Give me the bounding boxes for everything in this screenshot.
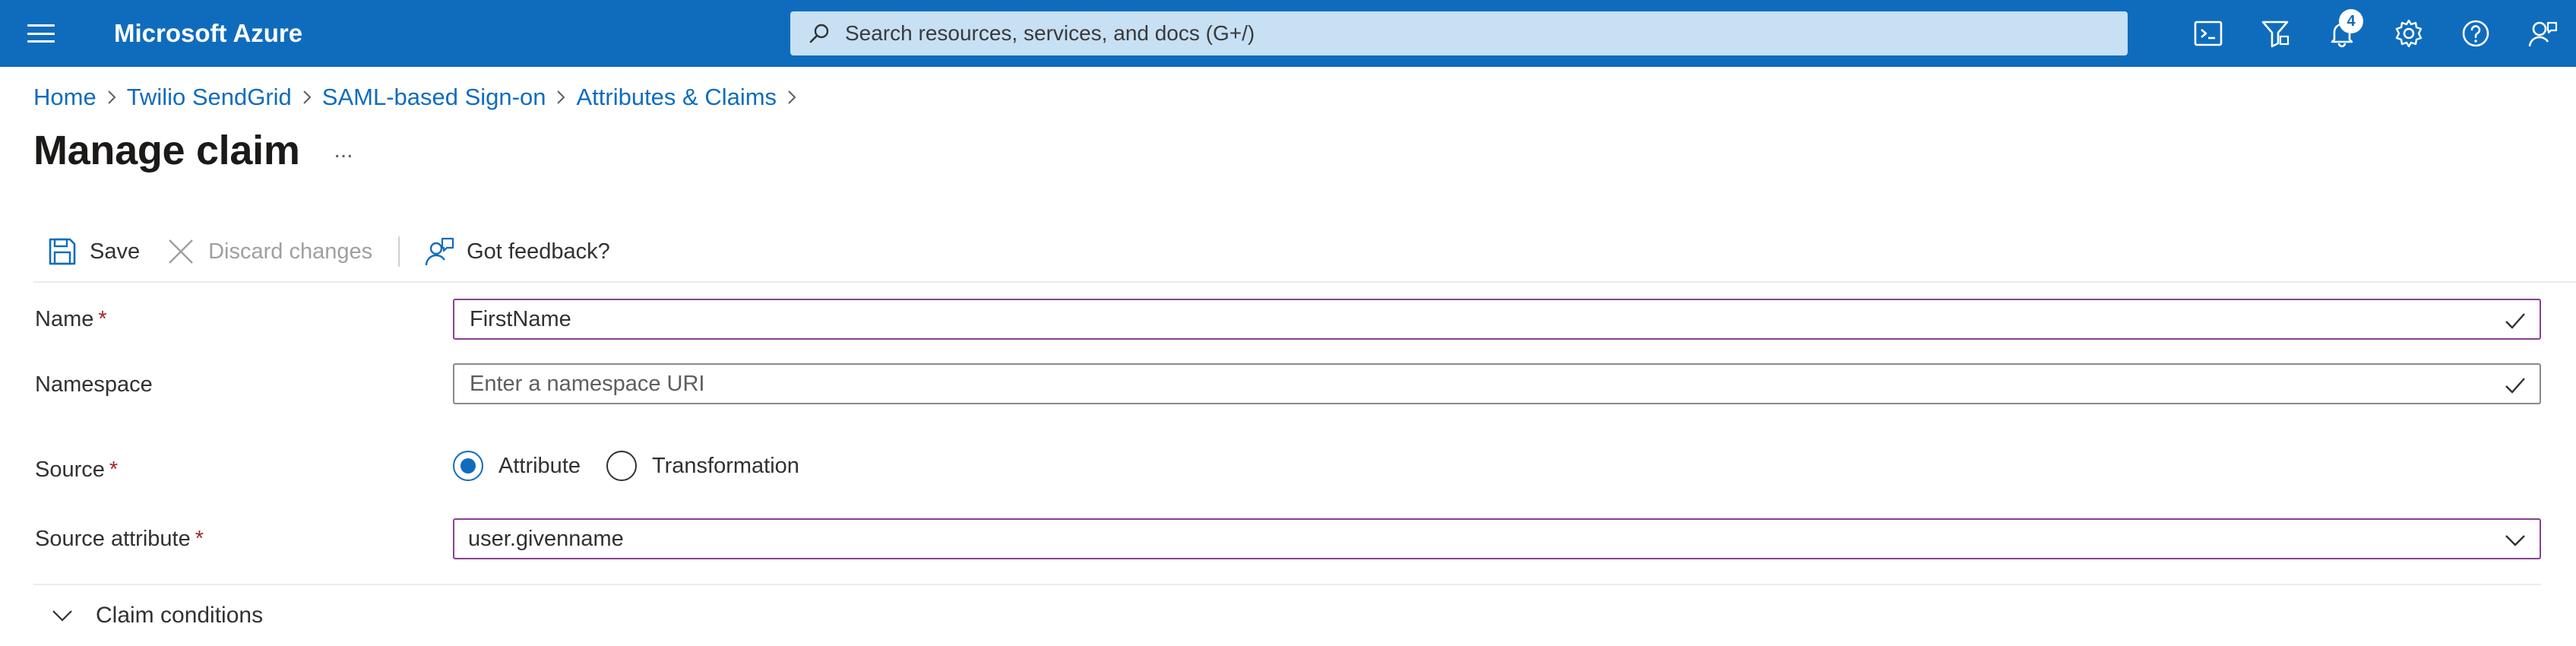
- discard-changes-label: Discard changes: [208, 239, 373, 264]
- source-option-attribute[interactable]: Attribute: [453, 451, 581, 481]
- radio-unselected-icon[interactable]: [606, 451, 637, 481]
- name-label-text: Name: [35, 307, 94, 331]
- required-marker: *: [98, 307, 107, 331]
- section-divider: [33, 584, 2541, 585]
- hamburger-menu-icon[interactable]: [27, 21, 55, 46]
- claim-conditions-toggle[interactable]: Claim conditions: [46, 599, 263, 632]
- chevron-right-icon: [292, 81, 322, 114]
- gear-icon[interactable]: [2375, 0, 2442, 67]
- required-marker: *: [195, 527, 204, 551]
- chevron-right-icon: [546, 81, 576, 114]
- close-icon: [164, 235, 198, 268]
- source-attribute-label: Source attribute *: [35, 524, 204, 554]
- save-icon: [46, 235, 79, 268]
- chevron-right-icon: [97, 81, 127, 114]
- source-label: Source *: [35, 454, 118, 485]
- source-option-transformation[interactable]: Transformation: [606, 451, 799, 481]
- global-search[interactable]: [790, 11, 2128, 55]
- toolbar-divider: [398, 236, 400, 267]
- breadcrumb: Home Twilio SendGrid SAML-based Sign-on …: [33, 81, 807, 114]
- namespace-field[interactable]: [453, 363, 2541, 404]
- name-label: Name *: [35, 304, 107, 334]
- source-attribute-value: user.givenname: [468, 526, 624, 551]
- source-attribute-dropdown[interactable]: user.givenname: [453, 518, 2541, 559]
- chevron-down-icon: [46, 599, 79, 632]
- command-bar: Save Discard changes Got feedback?: [33, 228, 610, 275]
- breadcrumb-twilio-sendgrid[interactable]: Twilio SendGrid: [127, 81, 292, 114]
- breadcrumb-saml-sign-on[interactable]: SAML-based Sign-on: [322, 81, 546, 114]
- more-options-button[interactable]: ...: [322, 134, 365, 167]
- cloud-shell-icon[interactable]: [2175, 0, 2242, 67]
- source-attribute-label-text: Source attribute: [35, 527, 191, 551]
- directory-filter-icon[interactable]: [2242, 0, 2309, 67]
- source-label-text: Source: [35, 458, 105, 482]
- toolbar-divider-line: [33, 281, 2576, 283]
- namespace-label: Namespace: [35, 372, 153, 397]
- search-icon: [805, 20, 833, 47]
- feedback-person-icon: [422, 235, 456, 268]
- claim-conditions-label: Claim conditions: [96, 603, 264, 628]
- source-radio-group: Attribute Transformation: [453, 448, 799, 483]
- checkmark-icon: [2502, 372, 2529, 399]
- feedback-person-icon[interactable]: [2509, 0, 2576, 67]
- required-marker: *: [109, 458, 119, 482]
- bell-icon[interactable]: 4: [2309, 0, 2375, 67]
- radio-selected-icon[interactable]: [453, 451, 483, 481]
- top-bar-actions: 4: [2175, 0, 2576, 67]
- source-option-transformation-label: Transformation: [652, 453, 799, 478]
- save-label: Save: [90, 239, 141, 264]
- help-icon[interactable]: [2442, 0, 2509, 67]
- got-feedback-label: Got feedback?: [467, 239, 610, 264]
- notification-count-badge: 4: [2339, 9, 2363, 33]
- breadcrumb-attributes-claims[interactable]: Attributes & Claims: [576, 81, 777, 114]
- save-button[interactable]: Save: [46, 228, 140, 275]
- chevron-down-icon: [2502, 527, 2529, 554]
- top-bar: Microsoft Azure Search resources, servic…: [0, 0, 2576, 67]
- checkmark-icon: [2502, 307, 2529, 334]
- discard-changes-button[interactable]: Discard changes: [164, 228, 372, 275]
- breadcrumb-home[interactable]: Home: [33, 81, 97, 114]
- page-title: Manage claim: [33, 128, 300, 173]
- namespace-input[interactable]: [468, 367, 2474, 401]
- global-search-input[interactable]: [843, 21, 2059, 46]
- name-input[interactable]: [468, 302, 2474, 336]
- chevron-right-icon: [777, 81, 807, 114]
- name-field[interactable]: [453, 299, 2541, 340]
- brand-title[interactable]: Microsoft Azure: [114, 17, 302, 50]
- got-feedback-button[interactable]: Got feedback?: [422, 228, 610, 275]
- source-option-attribute-label: Attribute: [498, 453, 581, 478]
